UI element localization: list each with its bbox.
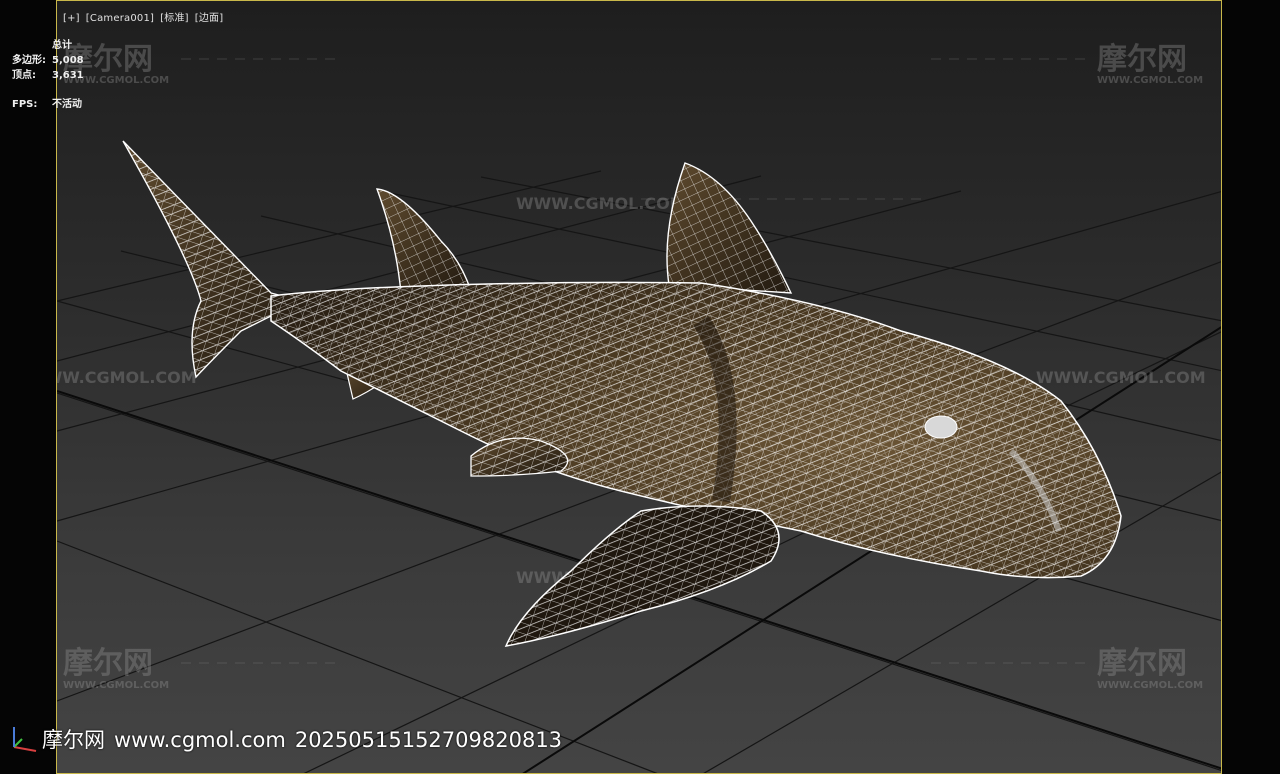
watermark-logo: 摩尔网: [1097, 646, 1187, 681]
viewport-shading-label[interactable]: [边面]: [195, 13, 224, 24]
watermark-url: WWW.CGMOL.COM: [57, 368, 197, 387]
shark-mesh[interactable]: [122, 140, 1122, 647]
stats-fps-row: FPS: 不活动: [12, 97, 84, 112]
stats-vertices-row: 顶点: 3,631: [12, 68, 84, 83]
stats-vertices-label: 顶点:: [12, 70, 36, 81]
viewport-scene: 摩尔网 WWW.CGMOL.COM 摩尔网 WWW.CGMOL.COM 摩尔网 …: [57, 42, 1221, 773]
watermark-url: WWW.CGMOL.COM: [516, 194, 686, 213]
stats-polygons-row: 多边形: 5,008: [12, 53, 84, 68]
stats-total-label: 总计: [52, 40, 72, 51]
shark-eye: [924, 415, 958, 439]
watermark-url: WWW.CGMOL.COM: [63, 680, 169, 691]
footer-url[interactable]: www.cgmol.com: [114, 728, 286, 752]
viewport-menu-plus[interactable]: [+]: [63, 13, 80, 24]
stats-vertices-value: 3,631: [52, 70, 84, 81]
viewport-label: [+] [Camera001] [标准] [边面]: [63, 9, 229, 24]
viewport-mode-label[interactable]: [标准]: [160, 13, 189, 24]
stats-fps-label: FPS:: [12, 99, 38, 110]
footer-site-name: 摩尔网: [42, 728, 105, 752]
watermark-logo: 摩尔网: [63, 646, 153, 681]
right-panel: [1222, 0, 1280, 774]
camera-viewport[interactable]: 摩尔网 WWW.CGMOL.COM 摩尔网 WWW.CGMOL.COM 摩尔网 …: [56, 0, 1222, 774]
left-panel: [0, 0, 56, 774]
stats-polygons-label: 多边形:: [12, 55, 46, 66]
watermark-url: WWW.CGMOL.COM: [1097, 680, 1203, 691]
stats-polygons-value: 5,008: [52, 55, 84, 66]
watermark-url: WWW.CGMOL.COM: [1097, 75, 1203, 86]
viewport-camera-label[interactable]: [Camera001]: [86, 13, 154, 24]
watermark-footer: 摩尔网 www.cgmol.com 20250515152709820813: [8, 724, 571, 754]
scene-statistics: 总计 多边形: 5,008 顶点: 3,631 FPS: 不活动: [12, 38, 84, 112]
stats-fps-value: 不活动: [52, 99, 82, 110]
footer-id: 20250515152709820813: [294, 728, 563, 752]
axis-gizmo-icon: [13, 727, 37, 752]
watermark-logo: 摩尔网: [1097, 42, 1187, 77]
app-window: 摩尔网 WWW.CGMOL.COM 摩尔网 WWW.CGMOL.COM 摩尔网 …: [0, 0, 1280, 774]
watermark-url: WWW.CGMOL.COM: [1036, 368, 1206, 387]
